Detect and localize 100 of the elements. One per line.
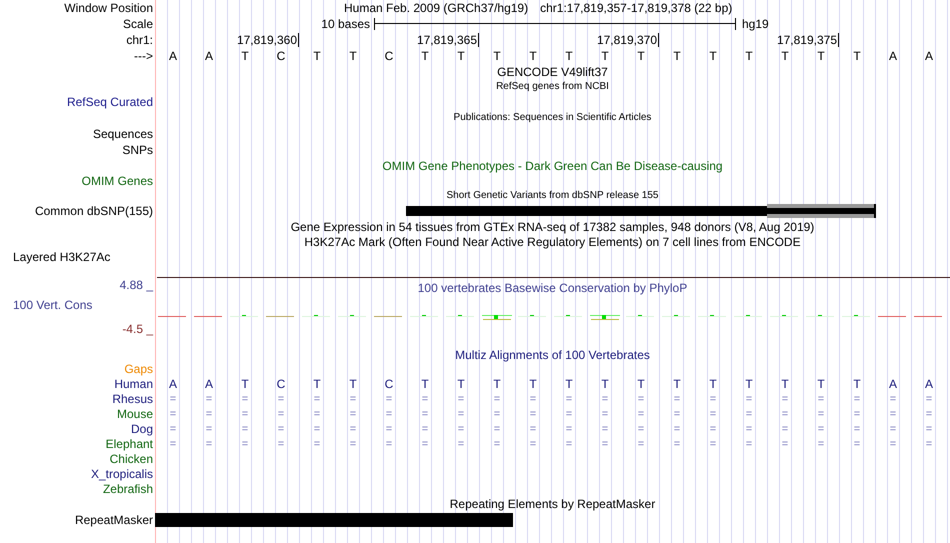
track-label[interactable]: OMIM Genes [82, 174, 153, 188]
match-mark: = [818, 408, 824, 420]
track-title: Publications: Sequences in Scientific Articles [454, 111, 652, 125]
base-letter: T [241, 49, 249, 63]
ruler-tick: 17,819,375 [659, 32, 839, 46]
match-mark: = [854, 438, 860, 450]
match-mark: = [494, 392, 500, 404]
row-label: Scale [122, 16, 153, 30]
base-letter: T [421, 49, 429, 63]
base-letter: T [313, 49, 321, 63]
match-mark: = [674, 408, 680, 420]
base-letter: T [637, 49, 645, 63]
match-mark: = [170, 392, 176, 404]
base-letter: T [349, 376, 357, 390]
variant-bar[interactable] [767, 204, 876, 218]
base-letter: A [924, 49, 933, 63]
track-label[interactable]: RefSeq Curated [66, 95, 153, 109]
match-mark: = [566, 422, 572, 434]
track-title: Gene Expression in 54 tissues from GTEx RNA-seq of 17382 samples, 948 donors (V8, Aug 2019) [290, 220, 814, 234]
row-label: chr1: [126, 32, 153, 46]
match-mark: = [926, 392, 932, 404]
match-mark: = [242, 408, 248, 420]
base-letter: T [241, 376, 249, 390]
track-label[interactable]: Layered H3K27Ac [0, 250, 110, 264]
base-letter: T [673, 376, 681, 390]
base-letter: T [601, 376, 609, 390]
match-mark: = [242, 422, 248, 434]
base-letter: T [781, 376, 789, 390]
ruler-tick: 17,819,370 [479, 32, 659, 46]
base-letter: T [637, 376, 645, 390]
match-mark: = [386, 422, 392, 434]
match-mark: = [566, 408, 572, 420]
match-mark: = [206, 408, 212, 420]
match-mark: = [890, 422, 896, 434]
track-label[interactable]: Sequences [92, 127, 153, 141]
track-title: Multiz Alignments of 100 Vertebrates [455, 348, 650, 362]
match-mark: = [926, 438, 932, 450]
match-mark: = [170, 408, 176, 420]
base-letter: T [853, 376, 861, 390]
match-mark: = [386, 392, 392, 404]
base-letter: C [276, 376, 286, 390]
match-mark: = [674, 438, 680, 450]
match-mark: = [458, 438, 464, 450]
match-mark: = [278, 408, 284, 420]
assembly-text: Human Feb. 2009 (GRCh37/hg19) [344, 1, 528, 15]
track-title: OMIM Gene Phenotypes - Dark Green Can Be Disease-causing [382, 158, 723, 172]
match-mark: = [890, 438, 896, 450]
match-mark: = [782, 392, 788, 404]
match-mark: = [350, 392, 356, 404]
base-letter: T [421, 376, 429, 390]
match-mark: = [890, 392, 896, 404]
match-mark: = [278, 422, 284, 434]
base-letter: A [168, 49, 177, 63]
track-label[interactable]: RepeatMasker [74, 513, 153, 527]
match-mark: = [710, 438, 716, 450]
base-letter: A [888, 49, 897, 63]
track-label[interactable]: Common dbSNP(155) [34, 204, 153, 218]
species-label: Human [114, 376, 153, 390]
match-mark: = [530, 438, 536, 450]
match-mark: = [386, 438, 392, 450]
track-label[interactable]: 100 Vert. Cons [0, 298, 92, 322]
match-mark: = [458, 392, 464, 404]
repeat-bar[interactable] [155, 513, 513, 527]
match-mark: = [674, 392, 680, 404]
match-mark: = [854, 392, 860, 404]
species-label: Rhesus [112, 392, 153, 406]
match-mark: = [350, 422, 356, 434]
base-letter: T [673, 49, 681, 63]
track-title: RefSeq genes from NCBI [496, 80, 609, 94]
base-letter: T [709, 49, 717, 63]
match-mark: = [278, 438, 284, 450]
base-letter: A [924, 376, 933, 390]
match-mark: = [206, 392, 212, 404]
match-mark: = [602, 392, 608, 404]
match-mark: = [818, 392, 824, 404]
track-label[interactable]: SNPs [122, 143, 153, 157]
track-title: Repeating Elements by RepeatMasker [450, 497, 656, 511]
base-letter: T [349, 49, 357, 63]
row-label: Window Position [64, 1, 153, 15]
match-mark: = [242, 392, 248, 404]
species-label: Mouse [116, 406, 153, 420]
base-letter: A [888, 376, 897, 390]
row-label: ---> [134, 49, 153, 63]
track-title: 100 vertebrates Basewise Conservation by PhyloP [418, 281, 688, 295]
base-letter: T [709, 376, 717, 390]
scale-text: 10 bases [320, 16, 370, 30]
match-mark: = [710, 408, 716, 420]
ruler-tick: 17,819,360 [155, 32, 299, 46]
match-mark: = [602, 422, 608, 434]
match-mark: = [566, 438, 572, 450]
base-letter: C [276, 49, 286, 63]
match-mark: = [746, 408, 752, 420]
match-mark: = [746, 422, 752, 434]
base-letter: A [168, 376, 177, 390]
match-mark: = [746, 438, 752, 450]
base-letter: T [817, 376, 825, 390]
base-letter: T [529, 49, 537, 63]
match-mark: = [602, 438, 608, 450]
match-mark: = [314, 438, 320, 450]
match-mark: = [818, 422, 824, 434]
